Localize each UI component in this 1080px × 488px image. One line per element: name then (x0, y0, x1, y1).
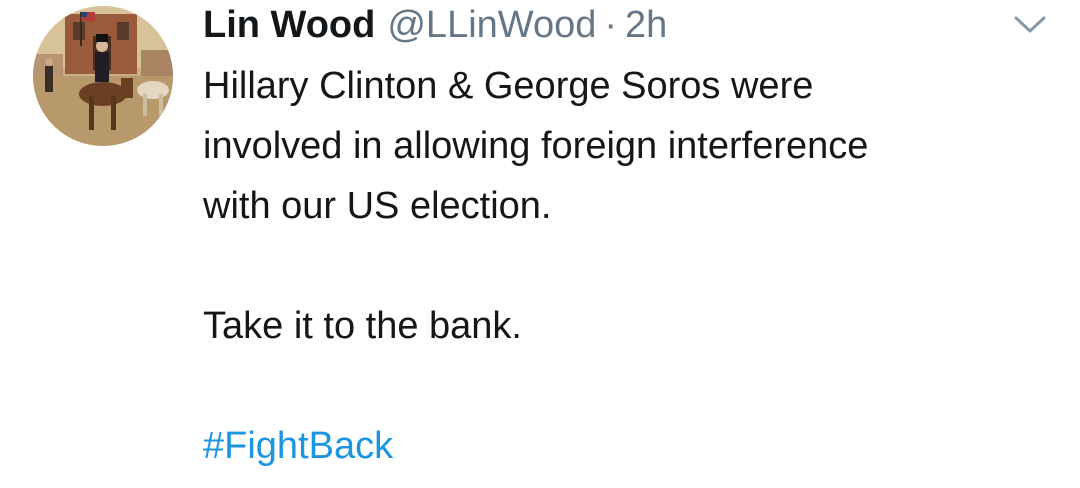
timestamp[interactable]: 2h (625, 0, 667, 50)
display-name[interactable]: Lin Wood (203, 0, 375, 50)
avatar[interactable] (33, 6, 173, 146)
header-separator: · (604, 4, 618, 46)
avatar-painting-icon (33, 6, 173, 146)
chevron-down-icon (1014, 16, 1046, 33)
user-handle[interactable]: @LLinWood (387, 0, 596, 50)
tweet-text: Hillary Clinton & George Soros were invo… (203, 56, 1063, 476)
tweet-menu-button[interactable] (1010, 8, 1050, 40)
tweet-paragraph: Take it to the bank. (203, 305, 522, 347)
tweet: Lin Wood @LLinWood · 2h Hillary Clinton … (0, 0, 1080, 488)
tweet-line: Hillary Clinton & George Soros were (203, 65, 814, 107)
tweet-line: with our US election. (203, 185, 552, 227)
tweet-header: Lin Wood @LLinWood · 2h (203, 0, 667, 50)
hashtag-link[interactable]: #FightBack (203, 425, 393, 467)
tweet-line: involved in allowing foreign interferenc… (203, 125, 869, 167)
